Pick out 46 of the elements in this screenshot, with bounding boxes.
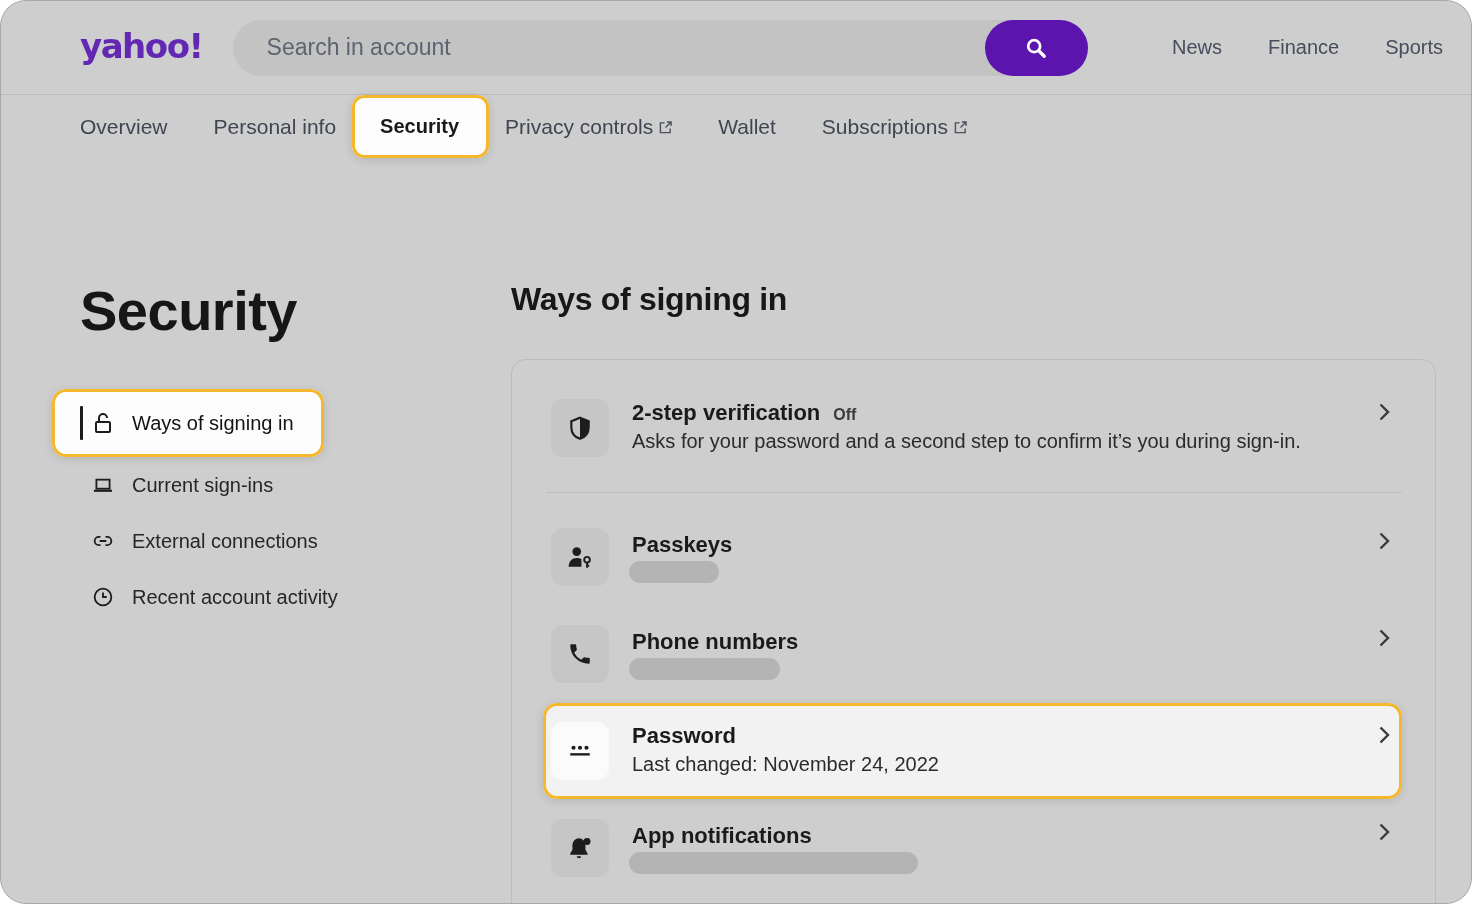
setting-title: App notifications <box>632 822 812 849</box>
tab[interactable]: Subscriptions <box>805 95 983 158</box>
link-icon <box>93 535 113 547</box>
password-dots-icon <box>551 722 609 780</box>
clock-icon <box>93 587 113 607</box>
tab[interactable]: Security <box>352 95 490 158</box>
settings-row[interactable]: Passkeys <box>543 509 1402 605</box>
settings-row[interactable]: 2-step verification Off Asks for your password and a second step to confirm it’s you during sign-in. <box>543 380 1402 476</box>
laptop-icon <box>93 478 113 492</box>
phone-icon <box>551 625 609 683</box>
shield-icon <box>551 399 609 457</box>
nav-link[interactable]: Sports <box>1385 36 1443 59</box>
chevron-icon <box>1378 822 1390 842</box>
setting-title: 2-step verification <box>632 400 821 426</box>
search-input[interactable]: Search in account <box>266 19 973 76</box>
page-title: Security <box>80 278 298 344</box>
settings-row[interactable]: Password Last changed: November 24, 2022 <box>543 703 1402 799</box>
search-field[interactable]: Search in account <box>232 19 1088 76</box>
nav-link[interactable]: Finance <box>1268 36 1340 59</box>
sidebar-item[interactable]: External connections <box>52 513 348 569</box>
padlock-icon <box>94 413 112 433</box>
setting-description: Last changed: November 24, 2022 <box>632 752 939 777</box>
setting-description: Asks for your password and a second step to confirm it’s you during sign-in. <box>632 429 1301 454</box>
chevron-icon <box>1378 628 1390 648</box>
chevron-icon <box>1378 402 1390 422</box>
search-icon <box>1025 36 1048 59</box>
setting-title: Password <box>632 723 736 749</box>
chevron-icon <box>1378 531 1390 551</box>
tab[interactable]: Wallet <box>702 95 792 158</box>
setting-title: Phone numbers <box>632 628 799 655</box>
nav-link[interactable]: News <box>1172 36 1223 59</box>
person-key-icon <box>551 528 609 586</box>
bell-icon <box>551 819 609 877</box>
chevron-icon <box>1378 725 1390 745</box>
sidebar-item[interactable]: Current sign-ins <box>52 457 304 513</box>
tab[interactable]: Overview <box>64 95 184 158</box>
section-title: Ways of signing in <box>511 281 789 318</box>
tab[interactable]: Personal info <box>197 95 353 158</box>
sidebar-item[interactable]: Ways of signing in <box>52 389 324 457</box>
logo[interactable]: yahoo! <box>80 25 203 66</box>
setting-title: Passkeys <box>632 531 733 558</box>
sidebar-item[interactable]: Recent account activity <box>52 569 368 625</box>
status-label: Off <box>833 405 857 425</box>
settings-row[interactable]: Phone numbers <box>543 606 1402 702</box>
settings-row[interactable]: App notifications <box>543 800 1402 896</box>
tab[interactable]: Privacy controls <box>489 95 689 158</box>
